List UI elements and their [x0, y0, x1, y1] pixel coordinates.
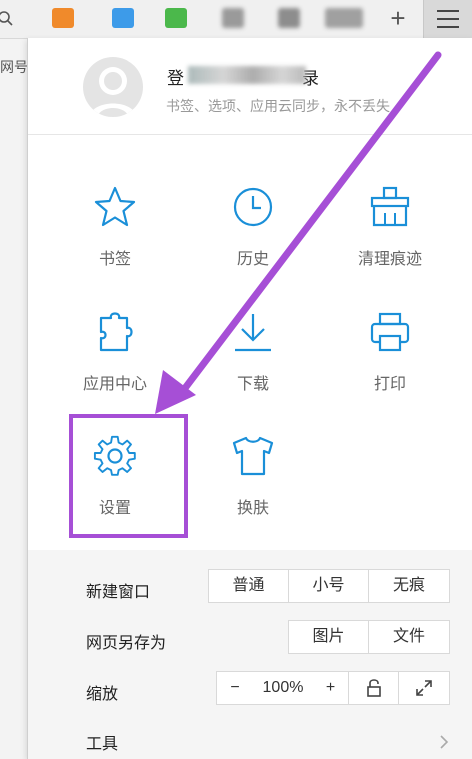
default-avatar-icon	[89, 67, 137, 117]
zoom-controls: − 100% +	[216, 671, 450, 705]
page-tab[interactable]: 网号	[0, 52, 27, 82]
zoom-lock-button[interactable]	[349, 672, 399, 704]
new-window-normal-button[interactable]: 普通	[209, 570, 289, 602]
zoom-in-button[interactable]: +	[313, 672, 349, 704]
menu-item-label: 打印	[373, 376, 406, 393]
zoom-out-button[interactable]: −	[217, 672, 253, 704]
menu-item-label: 设置	[98, 500, 131, 517]
browser-toolbar: +	[0, 0, 472, 39]
new-window-incognito-button[interactable]: 无痕	[369, 570, 449, 602]
search-icon[interactable]	[0, 6, 16, 30]
chevron-right-icon	[440, 735, 449, 749]
extension-icon-3[interactable]	[165, 8, 187, 28]
menu-item-label: 换肤	[236, 500, 269, 517]
extension-icon-5[interactable]	[278, 8, 300, 28]
menu-item-label: 清理痕迹	[357, 251, 422, 268]
menu-item-label: 书签	[98, 251, 131, 268]
menu-item-history[interactable]: 历史	[203, 185, 303, 285]
new-window-small-button[interactable]: 小号	[289, 570, 369, 602]
fullscreen-button[interactable]	[399, 672, 449, 704]
menu-item-skin[interactable]: 换肤	[203, 434, 303, 534]
extension-icon-2[interactable]	[112, 8, 134, 28]
menu-item-print[interactable]: 打印	[340, 310, 440, 410]
menu-item-clear-traces[interactable]: 清理痕迹	[340, 185, 440, 285]
gear-icon	[93, 435, 136, 476]
save-as-options: 图片 文件	[288, 620, 450, 654]
login-label: 登	[167, 69, 184, 88]
blurred-username	[188, 66, 306, 84]
extension-icon-6[interactable]	[325, 8, 363, 28]
menu-item-label: 下载	[236, 376, 269, 393]
user-login-section[interactable]: 登录 书签、选项、应用云同步，永不丢失	[28, 38, 472, 135]
tools-menu-item[interactable]: 工具	[86, 730, 118, 754]
save-as-image-button[interactable]: 图片	[289, 621, 369, 653]
lock-icon	[366, 679, 381, 697]
download-icon	[235, 314, 271, 352]
menu-item-label: 历史	[236, 251, 269, 268]
menu-item-bookmarks[interactable]: 书签	[65, 185, 165, 285]
new-tab-button[interactable]: +	[383, 3, 413, 33]
login-subtitle: 书签、选项、应用云同步，永不丢失	[166, 98, 390, 114]
menu-options-section: 新建窗口 普通 小号 无痕 网页另存为 图片 文件 缩放 − 100% + 工具	[28, 550, 472, 759]
save-as-file-button[interactable]: 文件	[369, 621, 449, 653]
menu-item-label: 应用中心	[82, 376, 147, 393]
menu-item-download[interactable]: 下载	[203, 310, 303, 410]
new-window-options: 普通 小号 无痕	[208, 569, 450, 603]
clock-icon	[233, 187, 273, 227]
star-icon	[94, 186, 136, 227]
expand-icon	[416, 680, 432, 696]
menu-item-app-center[interactable]: 应用中心	[65, 310, 165, 410]
zoom-value: 100%	[262, 679, 304, 696]
puzzle-icon	[99, 312, 133, 352]
clean-icon	[370, 186, 410, 227]
main-menu-button[interactable]	[423, 0, 472, 38]
extension-icon-1[interactable]	[52, 8, 74, 28]
printer-icon	[370, 312, 410, 352]
zoom-label: 缩放	[86, 686, 119, 703]
menu-item-settings[interactable]: 设置	[65, 434, 165, 534]
main-menu-panel: 登录 书签、选项、应用云同步，永不丢失 书签 历史 清理痕迹 应用中心 下载 打…	[27, 38, 472, 759]
extension-icon-4[interactable]	[222, 8, 244, 28]
shirt-icon	[232, 436, 274, 476]
avatar[interactable]	[83, 57, 143, 117]
new-window-label: 新建窗口	[86, 584, 151, 601]
save-as-label: 网页另存为	[86, 635, 167, 652]
hamburger-menu-icon	[437, 10, 459, 28]
